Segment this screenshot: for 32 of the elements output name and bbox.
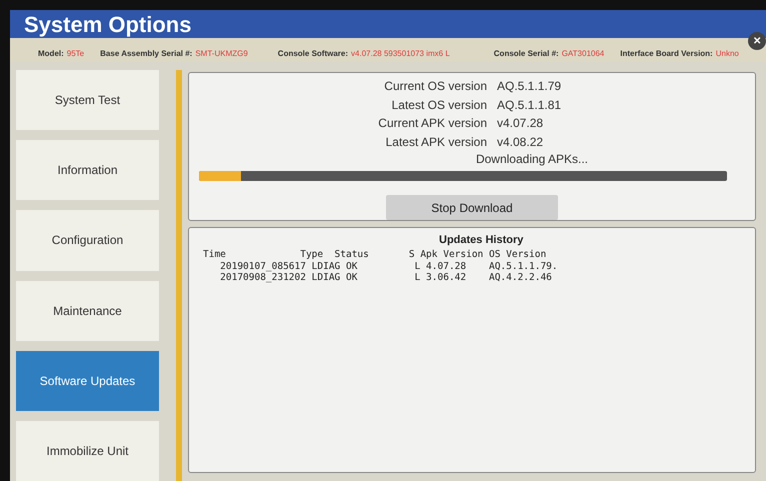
status-text: Downloading APKs... <box>476 151 588 168</box>
history-row-text: 20170908_231202 LDIAG OK L 3.06.42 AQ.4.2.2.46 <box>219 272 552 282</box>
stop-download-button[interactable]: Stop Download <box>386 195 558 220</box>
history-header: Time Type Status S Apk Version OS Version <box>203 248 546 260</box>
sidebar-item[interactable]: Information <box>16 140 159 200</box>
sidebar-item[interactable]: Maintenance <box>16 280 159 341</box>
version-label: Latest OS version <box>390 96 487 114</box>
history-row-text: 20190107_085617 LDIAG OK L 4.07.28 AQ.5.1.1.79. <box>219 260 558 272</box>
info-label: Model: <box>38 48 64 60</box>
info-label: Base Assembly Serial #: <box>100 48 192 60</box>
version-value: AQ.5.1.1.79 <box>497 78 562 95</box>
info-value: SMT-UKMZG9 <box>195 48 248 60</box>
sidebar-item[interactable]: Configuration <box>16 210 159 271</box>
info-value: v4.07.28 593501073 imx6 L <box>351 48 450 60</box>
version-value: v4.08.22 <box>497 134 544 150</box>
info-label: Console Software: <box>278 48 348 60</box>
window-title: System Options <box>24 10 192 39</box>
sidebar-item[interactable]: System Test <box>16 70 159 130</box>
sidebar-item[interactable]: Software Updates <box>16 350 159 411</box>
info-label: Interface Board Version: <box>620 48 713 60</box>
info-value: GAT301064 <box>562 48 604 60</box>
version-value: AQ.5.1.1.81 <box>497 96 562 114</box>
info-label: Console Serial #: <box>494 48 559 60</box>
version-label: Current APK version <box>377 115 487 132</box>
version-label: Latest APK version <box>384 134 487 150</box>
close-button[interactable]: ✕ <box>748 32 766 50</box>
version-label: Current OS version <box>383 78 487 95</box>
history-title: Updates History <box>439 233 524 248</box>
info-value: 95Te <box>66 48 84 60</box>
version-value: v4.07.28 <box>497 115 544 132</box>
sidebar-item[interactable]: Immobilize Unit <box>16 420 159 481</box>
info-value: Unkno <box>716 48 739 60</box>
